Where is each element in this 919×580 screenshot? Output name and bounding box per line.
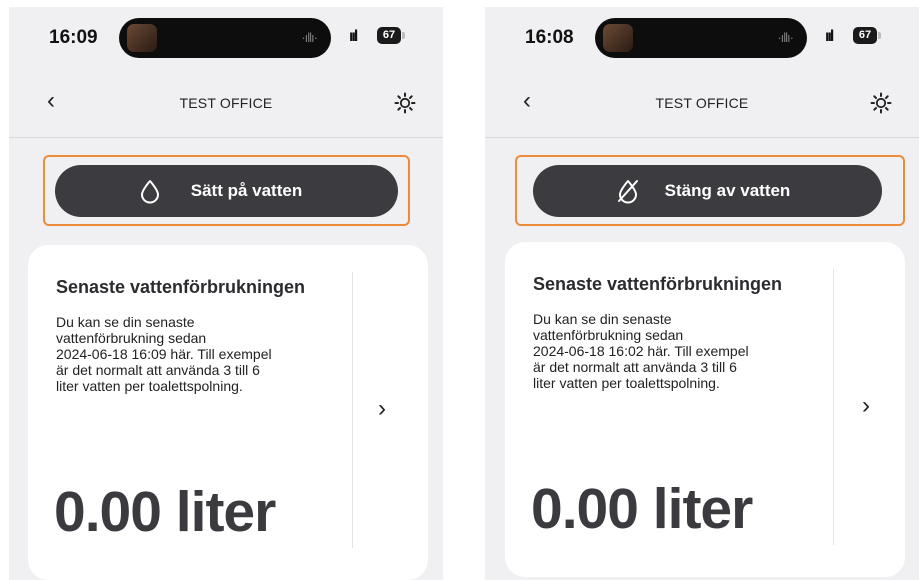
- card-divider: [352, 272, 353, 548]
- audio-wave-icon: ·ıllı·: [777, 30, 794, 45]
- turn-on-water-button[interactable]: Sätt på vatten: [55, 165, 398, 217]
- description-line: Du kan se din senaste: [533, 311, 672, 327]
- navigation-bar: ‹ TEST OFFICE: [485, 69, 919, 138]
- dynamic-island: ·ıllı·: [119, 18, 331, 58]
- card-title: Senaste vattenförbrukningen: [56, 277, 306, 297]
- now-playing-thumbnail: [603, 24, 633, 52]
- settings-gear-icon[interactable]: [393, 91, 417, 115]
- signal-icon: ııl: [825, 28, 834, 45]
- now-playing-thumbnail: [127, 24, 157, 52]
- card-divider: [833, 269, 834, 545]
- turn-off-water-button[interactable]: Stäng av vatten: [533, 165, 882, 217]
- status-bar: 16:08 ·ıllı· ııl 67: [485, 7, 919, 69]
- battery-tip: [878, 32, 881, 39]
- battery-tip: [402, 32, 405, 39]
- water-usage-card[interactable]: Senaste vattenförbrukningen Du kan se di…: [505, 242, 905, 577]
- description-line: är det normalt att använda 3 till 6: [56, 362, 260, 378]
- description-line: liter vatten per toalettspolning.: [56, 378, 243, 394]
- status-time: 16:09: [49, 27, 98, 48]
- signal-icon: ııl: [349, 28, 358, 45]
- chevron-right-icon[interactable]: ›: [378, 395, 386, 423]
- description-line: vattenförbrukning sedan: [533, 327, 684, 343]
- page-title: TEST OFFICE: [655, 95, 749, 111]
- water-usage-value: 0.00 liter: [531, 477, 753, 541]
- status-bar: 16:09 ·ıllı· ııl 67: [9, 7, 443, 69]
- description-line: vattenförbrukning sedan: [56, 330, 207, 346]
- dynamic-island: ·ıllı·: [595, 18, 807, 58]
- description-line: liter vatten per toalettspolning.: [533, 375, 720, 391]
- navigation-bar: ‹ TEST OFFICE: [9, 69, 443, 138]
- description-line: är det normalt att använda 3 till 6: [533, 359, 737, 375]
- phone-screen-left: 16:09 ·ıllı· ııl 67 ‹ TEST OFFICE Sätt p…: [9, 7, 443, 580]
- water-usage-value: 0.00 liter: [54, 480, 276, 544]
- card-title: Senaste vattenförbrukningen: [533, 274, 783, 294]
- card-description: Du kan se din senaste vattenförbrukning …: [56, 314, 346, 394]
- description-line: 2024-06-18 16:02 här. Till exempel: [533, 343, 749, 359]
- water-button-label: Stäng av vatten: [664, 181, 791, 200]
- phone-screen-right: 16:08 ·ıllı· ııl 67 ‹ TEST OFFICE Stäng …: [485, 7, 919, 580]
- water-usage-card[interactable]: Senaste vattenförbrukningen Du kan se di…: [28, 245, 428, 580]
- chevron-right-icon[interactable]: ›: [862, 392, 870, 420]
- battery-icon: 67: [853, 27, 877, 44]
- description-line: 2024-06-18 16:09 här. Till exempel: [56, 346, 272, 362]
- water-button-label: Sätt på vatten: [190, 181, 303, 200]
- battery-icon: 67: [377, 27, 401, 44]
- audio-wave-icon: ·ıllı·: [301, 30, 318, 45]
- status-time: 16:08: [525, 27, 574, 48]
- page-title: TEST OFFICE: [179, 95, 273, 111]
- card-description: Du kan se din senaste vattenförbrukning …: [533, 311, 823, 391]
- settings-gear-icon[interactable]: [869, 91, 893, 115]
- description-line: Du kan se din senaste: [56, 314, 195, 330]
